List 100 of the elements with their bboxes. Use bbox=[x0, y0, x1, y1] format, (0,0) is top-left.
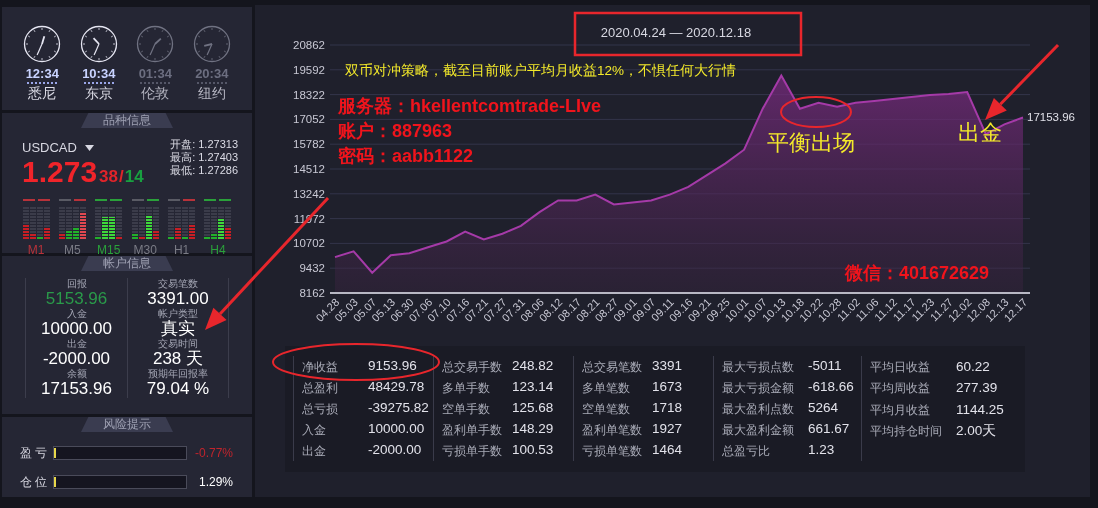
axis-tick-label: 14512 bbox=[293, 163, 325, 175]
stat-value: 148.29 bbox=[512, 420, 554, 439]
stat-label: 空单笔数 bbox=[582, 400, 631, 418]
clock-icon bbox=[136, 25, 175, 63]
field-label: 出金 bbox=[66, 338, 87, 350]
stat-label: 多单手数 bbox=[442, 379, 491, 397]
stat-value: 1144.25 bbox=[956, 400, 1004, 419]
symbol-selector[interactable]: USDCAD bbox=[22, 138, 77, 158]
timeframe-label[interactable]: M1 bbox=[27, 241, 45, 259]
date-range-title: 2020.04.24 — 2020.12.18 bbox=[600, 25, 752, 40]
risk-value: 1.29% bbox=[197, 474, 233, 491]
stat-value: 1464 bbox=[652, 441, 683, 460]
stat-label: 平均周收益 bbox=[870, 380, 931, 398]
stat-label: 最大盈利金额 bbox=[722, 421, 795, 439]
annotation-text: 密码：aabb1122 bbox=[338, 146, 474, 168]
stat-value: -2000.00 bbox=[368, 441, 422, 460]
field-label: 回报 bbox=[66, 278, 87, 290]
field-value: 238 天 bbox=[152, 350, 204, 368]
field-label: 帐户类型 bbox=[158, 308, 198, 319]
stat-label: 亏损单手数 bbox=[442, 442, 503, 460]
stat-value: 10000.00 bbox=[368, 420, 425, 439]
field-label: 预期年回报率 bbox=[148, 368, 208, 380]
stat-value: -5011 bbox=[808, 357, 842, 376]
stat-value: 5264 bbox=[808, 399, 839, 418]
axis-tick-label: 8162 bbox=[299, 287, 325, 299]
annotation-label: 出金 bbox=[958, 120, 1002, 147]
quote-label: 开盘: bbox=[170, 138, 196, 151]
field-value: -2000.00 bbox=[42, 350, 111, 368]
stat-value: 661.67 bbox=[808, 420, 850, 439]
stat-value: 1718 bbox=[652, 399, 683, 418]
axis-tick-label: 9432 bbox=[299, 262, 325, 275]
city-name: 纽约 bbox=[197, 84, 226, 102]
axis-tick-label: 20862 bbox=[293, 39, 325, 51]
spread-value: 14 bbox=[124, 165, 144, 188]
stat-label: 最大亏损金额 bbox=[722, 379, 795, 397]
stat-value: 277.39 bbox=[956, 379, 998, 398]
stat-value: 3391 bbox=[652, 357, 683, 376]
timeframe-label[interactable]: H4 bbox=[210, 241, 226, 259]
stat-value: -618.66 bbox=[808, 378, 854, 397]
stat-label: 空单手数 bbox=[442, 400, 491, 418]
stat-value: 1.23 bbox=[808, 441, 835, 460]
field-value: 3391.00 bbox=[147, 290, 209, 308]
annotation-text: 服务器：hkellentcomtrade-LIve bbox=[338, 96, 602, 118]
annotation-text: 双币对冲策略，截至目前账户平均月收益12%，不惧任何大行情 bbox=[345, 63, 737, 80]
caret-icon bbox=[84, 144, 94, 151]
stat-label: 总盈利 bbox=[302, 379, 339, 397]
clock-time: 12:34 bbox=[25, 67, 59, 81]
stat-label: 平均日收益 bbox=[870, 358, 931, 376]
last-value-label: 17153.96 bbox=[1027, 111, 1075, 124]
field-value: 5153.96 bbox=[45, 290, 108, 308]
annotation-text: 微信：401672629 bbox=[845, 263, 990, 285]
field-value: 10000.00 bbox=[41, 320, 112, 338]
stat-value: 1673 bbox=[652, 378, 683, 397]
stat-value: 1927 bbox=[652, 420, 683, 439]
stat-value: 248.82 bbox=[512, 357, 554, 376]
axis-tick-label: 17052 bbox=[293, 113, 325, 126]
stat-label: 盈利单手数 bbox=[442, 421, 503, 439]
axis-tick-label: 18322 bbox=[293, 88, 325, 101]
annotation-label: 平衡出场 bbox=[767, 130, 855, 157]
stat-label: 平均持仓时间 bbox=[870, 423, 943, 441]
timeframe-label[interactable]: H1 bbox=[173, 241, 190, 259]
stat-label: 多单笔数 bbox=[582, 379, 631, 397]
stat-label: 总交易手数 bbox=[442, 358, 503, 376]
field-value: 真实 bbox=[161, 320, 195, 338]
clock-icon bbox=[192, 25, 231, 63]
stat-value: 100.53 bbox=[512, 441, 554, 460]
stat-label: 总盈亏比 bbox=[722, 442, 771, 460]
price-pips: 38 bbox=[99, 165, 118, 188]
risk-label: 仓 位 bbox=[20, 474, 49, 491]
stat-value: 123.14 bbox=[512, 378, 554, 397]
timeframe-label[interactable]: M5 bbox=[64, 241, 81, 259]
stat-value: 48429.78 bbox=[368, 378, 425, 397]
stat-label: 总交易笔数 bbox=[582, 358, 643, 376]
clock-time: 01:34 bbox=[138, 67, 172, 81]
clock-time: 10:34 bbox=[82, 67, 116, 81]
quote-value: 1.27313 bbox=[198, 138, 238, 151]
risk-label: 盈 亏 bbox=[20, 445, 49, 462]
stat-label: 最大亏损点数 bbox=[722, 358, 795, 376]
field-label: 余额 bbox=[66, 368, 87, 380]
price-value: 1.273 bbox=[22, 155, 98, 188]
axis-tick-label: 15782 bbox=[293, 138, 325, 151]
stat-value: 2.00天 bbox=[956, 422, 997, 441]
stat-label: 平均月收益 bbox=[870, 401, 931, 419]
city-name: 伦敦 bbox=[141, 84, 170, 102]
price-separator: / bbox=[119, 165, 124, 188]
highlight-ellipse bbox=[780, 96, 852, 128]
city-name: 悉尼 bbox=[28, 84, 57, 102]
field-label: 交易时间 bbox=[158, 338, 198, 350]
axis-tick-label: 13242 bbox=[293, 187, 325, 200]
stat-label: 出金 bbox=[302, 442, 327, 460]
field-label: 入金 bbox=[66, 308, 87, 320]
field-label: 交易笔数 bbox=[158, 278, 198, 290]
stat-label: 亏损单笔数 bbox=[582, 442, 643, 460]
quote-value: 1.27403 bbox=[198, 151, 238, 164]
field-value: 79.04 % bbox=[146, 380, 210, 398]
stat-value: 60.22 bbox=[956, 357, 990, 376]
stat-label: 最大盈利点数 bbox=[722, 400, 795, 418]
stat-value: -39275.82 bbox=[368, 399, 429, 418]
stat-label: 入金 bbox=[302, 421, 327, 439]
axis-tick-label: 10702 bbox=[293, 237, 325, 250]
